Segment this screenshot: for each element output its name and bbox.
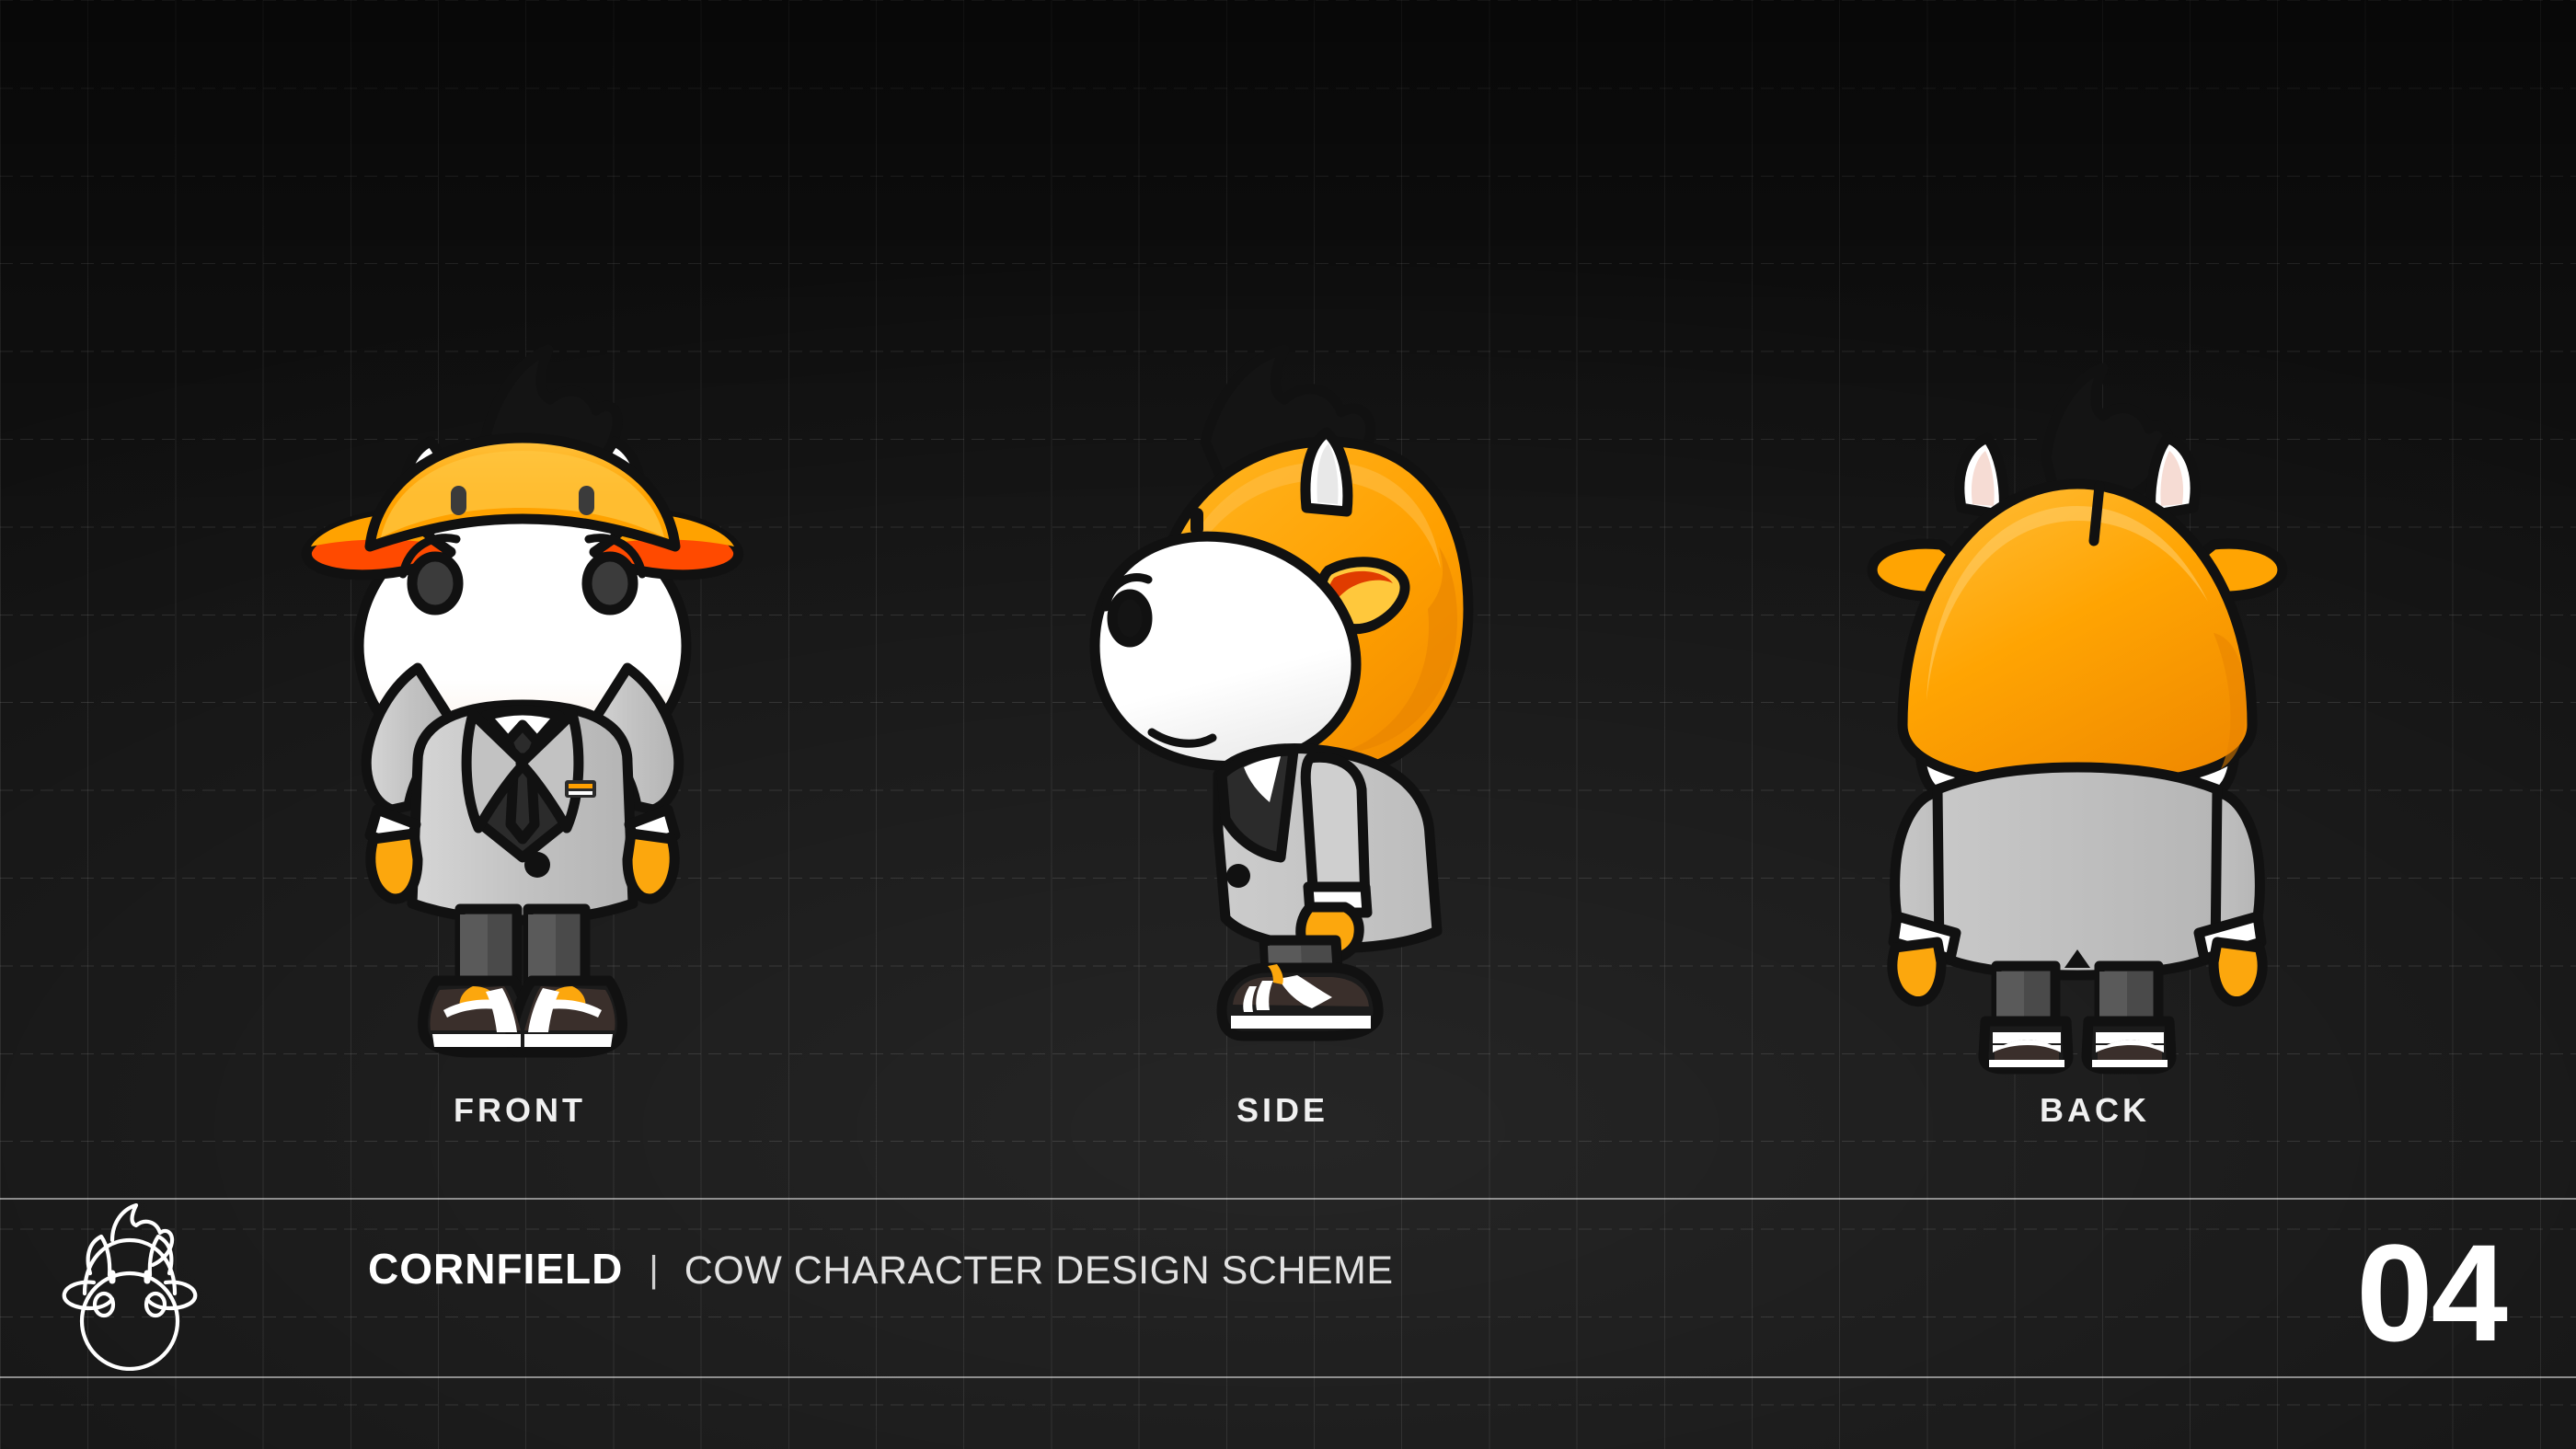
scheme-title: COW CHARACTER DESIGN SCHEME [684,1248,1394,1293]
cow-head-outline-logo-icon [52,1203,208,1371]
title-divider: | [649,1249,659,1290]
design-sheet-canvas: FRONT SIDE BACK CORNFIELD | COW CHARACTE… [0,0,2576,1449]
view-label-side: SIDE [1236,1091,1329,1129]
view-label-front: FRONT [454,1091,586,1129]
character-turnaround-stage [0,0,2576,1196]
brand-name: CORNFIELD [368,1245,624,1293]
view-label-back: BACK [2040,1091,2150,1129]
character-front-view [293,342,753,1069]
page-number: 04 [2356,1215,2508,1370]
footer-title-group: CORNFIELD | COW CHARACTER DESIGN SCHEME [368,1244,1394,1294]
footer-bottom-divider [0,1376,2576,1378]
character-back-view [1866,361,2289,1075]
character-side-view [1060,342,1492,1069]
footer-bar: CORNFIELD | COW CHARACTER DESIGN SCHEME … [0,1198,2576,1376]
